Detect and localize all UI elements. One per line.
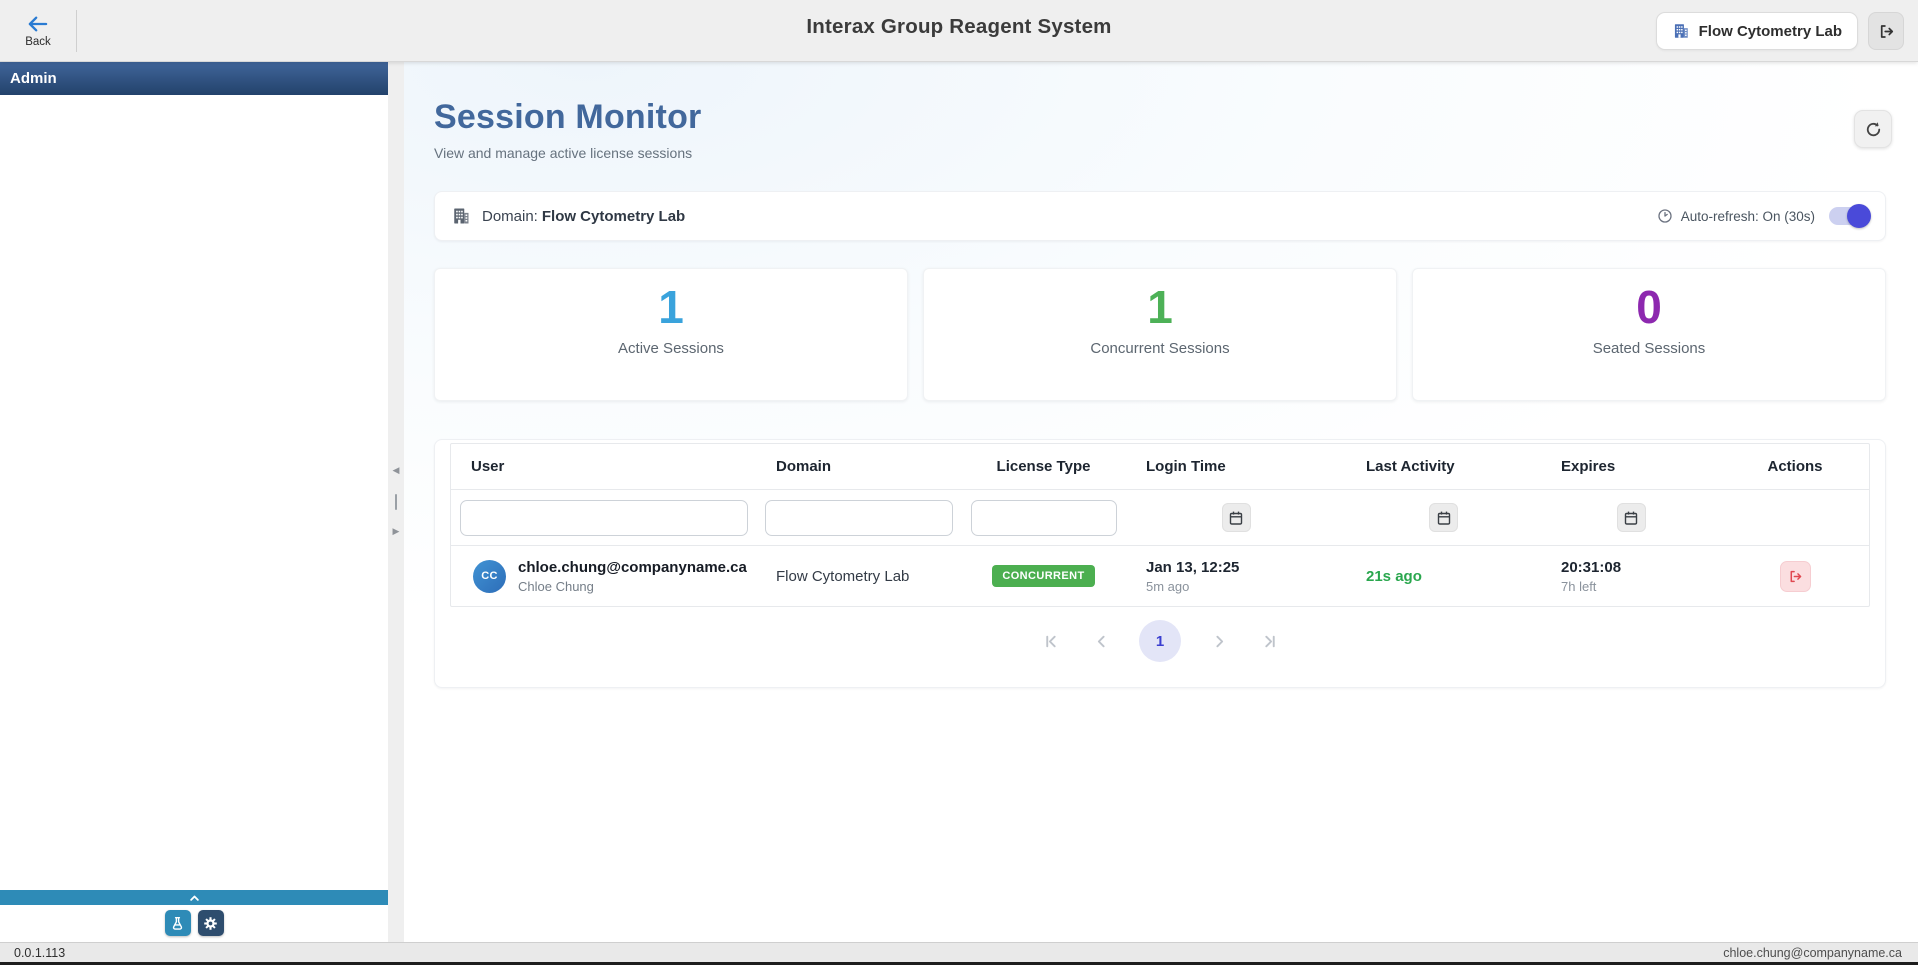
user-cell: CC chloe.chung@companyname.ca Chloe Chun… xyxy=(451,559,756,594)
main-content: Session Monitor View and manage active l… xyxy=(404,62,1918,942)
sessions-table-card: User Domain License Type Login Time Last… xyxy=(434,439,1886,688)
refresh-icon xyxy=(1865,121,1882,138)
login-time-ago: 5m ago xyxy=(1146,579,1346,594)
toggle-knob xyxy=(1847,204,1871,228)
flask-icon xyxy=(170,916,185,931)
gear-icon xyxy=(203,916,218,931)
sidebar-collapse-bar[interactable] xyxy=(0,890,388,905)
collapse-left-icon[interactable]: ◀ xyxy=(393,467,400,476)
expires-cell: 20:31:08 7h left xyxy=(1541,559,1721,594)
column-header-actions: Actions xyxy=(1721,458,1869,475)
logout-icon xyxy=(1878,23,1895,40)
sessions-table: User Domain License Type Login Time Last… xyxy=(450,443,1870,607)
chevron-up-icon xyxy=(187,892,202,904)
building-icon xyxy=(1672,22,1690,40)
pagination-current-page[interactable]: 1 xyxy=(1139,620,1181,662)
domain-filter-input[interactable] xyxy=(765,500,953,536)
pagination-last-button[interactable] xyxy=(1257,629,1281,653)
version-number: 0.0.1.113 xyxy=(14,946,65,960)
concurrent-sessions-value: 1 xyxy=(1147,281,1173,334)
status-bar: 0.0.1.113 chloe.chung@companyname.ca xyxy=(0,942,1918,965)
user-name: Chloe Chung xyxy=(518,579,747,594)
domain-label: Domain:Flow Cytometry Lab xyxy=(482,208,685,225)
stat-card-active-sessions: 1 Active Sessions xyxy=(434,268,908,401)
domain-selector-button[interactable]: Flow Cytometry Lab xyxy=(1656,12,1858,50)
collapse-right-icon[interactable]: ▶ xyxy=(393,528,400,537)
expires-filter-button[interactable] xyxy=(1617,503,1646,532)
expires-time: 20:31:08 xyxy=(1561,559,1721,576)
active-sessions-value: 1 xyxy=(658,281,684,334)
lab-flask-button[interactable] xyxy=(165,910,191,936)
sign-out-icon xyxy=(1788,569,1803,584)
sidebar: Admin xyxy=(0,62,388,942)
seated-sessions-label: Seated Sessions xyxy=(1593,340,1706,357)
license-type-badge: CONCURRENT xyxy=(992,565,1094,587)
login-time-filter-button[interactable] xyxy=(1222,503,1251,532)
pagination-next-button[interactable] xyxy=(1207,629,1231,653)
avatar: CC xyxy=(473,560,506,593)
concurrent-sessions-label: Concurrent Sessions xyxy=(1090,340,1229,357)
prev-page-icon xyxy=(1093,633,1110,650)
column-header-license-type: License Type xyxy=(961,458,1126,475)
logout-button[interactable] xyxy=(1868,12,1904,50)
last-page-icon xyxy=(1261,633,1278,650)
status-user-email: chloe.chung@companyname.ca xyxy=(1723,946,1902,960)
column-header-expires: Expires xyxy=(1541,458,1721,475)
clock-icon xyxy=(1657,208,1673,224)
column-header-last-activity: Last Activity xyxy=(1346,458,1541,475)
login-time-cell: Jan 13, 12:25 5m ago xyxy=(1126,559,1346,594)
calendar-icon xyxy=(1228,510,1244,526)
table-header-row: User Domain License Type Login Time Last… xyxy=(451,444,1869,490)
auto-refresh-toggle[interactable] xyxy=(1829,207,1869,225)
first-page-icon xyxy=(1043,633,1060,650)
page-title: Session Monitor xyxy=(434,98,1886,137)
user-email: chloe.chung@companyname.ca xyxy=(518,559,747,576)
calendar-icon xyxy=(1623,510,1639,526)
table-filter-row xyxy=(451,490,1869,546)
session-row: CC chloe.chung@companyname.ca Chloe Chun… xyxy=(451,546,1869,606)
building-icon xyxy=(451,206,471,226)
domain-selector-label: Flow Cytometry Lab xyxy=(1699,23,1842,40)
session-domain: Flow Cytometry Lab xyxy=(756,568,961,585)
top-bar: Back Interax Group Reagent System Flow C… xyxy=(0,0,1918,62)
stat-card-seated-sessions: 0 Seated Sessions xyxy=(1412,268,1886,401)
refresh-button[interactable] xyxy=(1854,110,1892,148)
column-header-login-time: Login Time xyxy=(1126,458,1346,475)
sidebar-header-admin: Admin xyxy=(0,62,388,95)
pagination-first-button[interactable] xyxy=(1039,629,1063,653)
settings-button[interactable] xyxy=(198,910,224,936)
expires-left: 7h left xyxy=(1561,579,1721,594)
page-subtitle: View and manage active license sessions xyxy=(434,145,1886,161)
calendar-icon xyxy=(1436,510,1452,526)
end-session-button[interactable] xyxy=(1780,561,1811,592)
resize-handle-icon[interactable] xyxy=(395,494,397,510)
column-header-user: User xyxy=(451,458,756,475)
domain-value: Flow Cytometry Lab xyxy=(542,208,685,225)
license-type-filter-input[interactable] xyxy=(971,500,1117,536)
stat-card-concurrent-sessions: 1 Concurrent Sessions xyxy=(923,268,1397,401)
app-title: Interax Group Reagent System xyxy=(0,15,1918,39)
pagination-prev-button[interactable] xyxy=(1089,629,1113,653)
last-activity: 21s ago xyxy=(1366,568,1422,585)
auto-refresh-label: Auto-refresh: On (30s) xyxy=(1681,209,1815,224)
next-page-icon xyxy=(1211,633,1228,650)
last-activity-filter-button[interactable] xyxy=(1429,503,1458,532)
domain-info-bar: Domain:Flow Cytometry Lab Auto-refresh: … xyxy=(434,191,1886,241)
pagination: 1 xyxy=(450,620,1870,662)
sidebar-resize-gutter: ◀ ▶ xyxy=(388,62,404,942)
login-time: Jan 13, 12:25 xyxy=(1146,559,1346,576)
user-filter-input[interactable] xyxy=(460,500,748,536)
seated-sessions-value: 0 xyxy=(1636,281,1662,334)
active-sessions-label: Active Sessions xyxy=(618,340,724,357)
column-header-domain: Domain xyxy=(756,458,961,475)
